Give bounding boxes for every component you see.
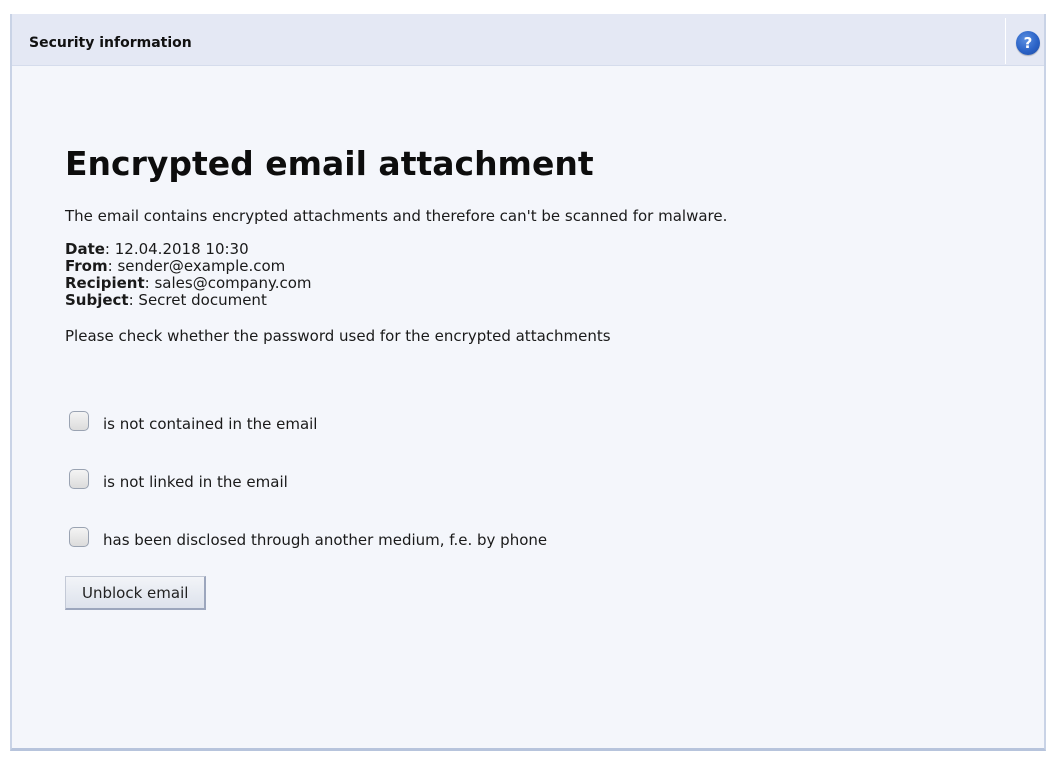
meta-value: : sales@company.com <box>144 274 312 292</box>
panel-title: Security information <box>29 35 192 51</box>
intro-text: The email contains encrypted attachments… <box>65 207 728 225</box>
meta-value: : Secret document <box>128 291 267 309</box>
meta-key: Recipient <box>65 274 145 292</box>
checkbox-label[interactable]: has been disclosed through another mediu… <box>103 530 547 550</box>
meta-row-from: From: sender@example.com <box>65 258 1025 275</box>
meta-value: : 12.04.2018 10:30 <box>104 240 249 258</box>
meta-row-recipient: Recipient: sales@company.com <box>65 275 1025 292</box>
panel-header: Security information ? <box>12 14 1044 66</box>
meta-key: Date <box>65 240 105 258</box>
checkbox-not-contained[interactable] <box>69 411 89 431</box>
checkbox-label[interactable]: is not linked in the email <box>103 472 288 492</box>
check-prompt: Please check whether the password used f… <box>65 327 611 345</box>
security-panel: Security information ? Encrypted email a… <box>10 14 1046 751</box>
question-circle-icon[interactable]: ? <box>1016 31 1040 55</box>
checkbox-not-linked[interactable] <box>69 469 89 489</box>
checklist: is not contained in the email is not lin… <box>65 408 1025 550</box>
header-divider <box>1005 18 1006 64</box>
meta-row-subject: Subject: Secret document <box>65 292 1025 309</box>
meta-row-date: Date: 12.04.2018 10:30 <box>65 241 1025 258</box>
checkbox-label[interactable]: is not contained in the email <box>103 414 317 434</box>
check-row-not-contained: is not contained in the email <box>65 408 1025 434</box>
unblock-email-button[interactable]: Unblock email <box>65 576 207 610</box>
email-meta: Date: 12.04.2018 10:30 From: sender@exam… <box>65 241 1025 309</box>
meta-key: Subject <box>65 291 129 309</box>
checkbox-disclosed[interactable] <box>69 527 89 547</box>
check-row-not-linked: is not linked in the email <box>65 466 1025 492</box>
check-row-disclosed: has been disclosed through another mediu… <box>65 524 1025 550</box>
meta-key: From <box>65 257 108 275</box>
page-title: Encrypted email attachment <box>65 144 594 183</box>
main-content: Encrypted email attachment The email con… <box>65 142 1025 610</box>
meta-value: : sender@example.com <box>107 257 286 275</box>
